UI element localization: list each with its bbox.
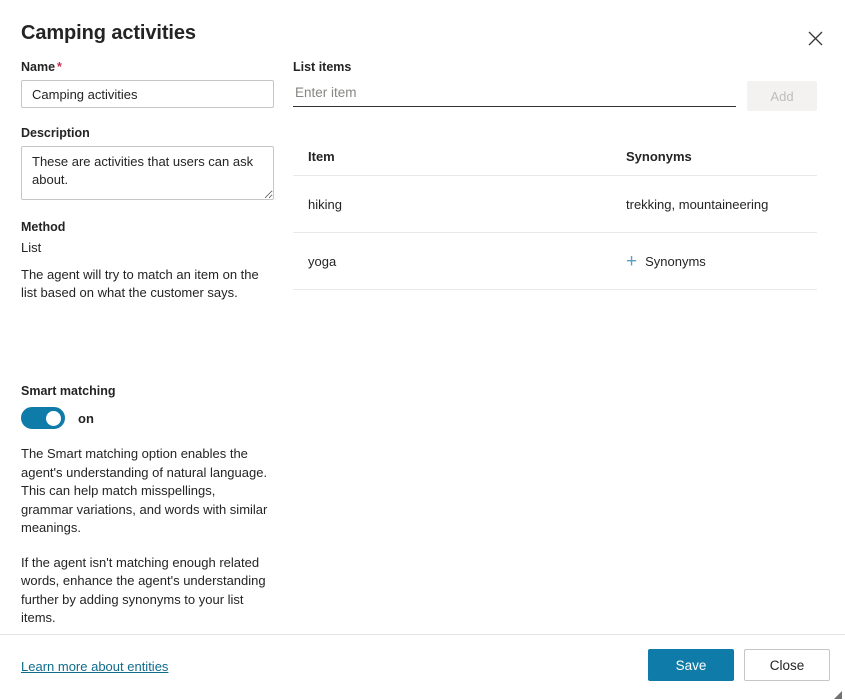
description-input[interactable] [21,146,274,200]
table-row[interactable]: yoga + Synonyms [293,233,817,290]
smart-matching-toggle[interactable] [21,407,65,429]
cell-item: hiking [308,196,342,212]
add-synonyms-button[interactable]: + Synonyms [626,252,706,271]
toggle-knob [46,410,61,426]
smart-matching-info-paragraph-2: If the agent isn't matching enough relat… [21,554,266,626]
plus-icon: + [626,250,638,272]
add-item-row: Add [293,81,817,111]
column-header-item: Item [308,149,335,164]
footer-divider [0,634,845,635]
required-marker: * [57,60,62,74]
cell-item: yoga [308,253,337,269]
learn-more-link[interactable]: Learn more about entities [21,659,168,674]
close-icon-button[interactable] [799,22,831,54]
entity-editor-panel: Camping activities Name* Description Met… [0,0,845,700]
resize-grip-icon[interactable] [831,687,843,699]
add-synonyms-label: Synonyms [645,253,706,269]
item-input[interactable] [293,81,736,107]
name-label-text: Name [21,60,56,74]
list-items-label: List items [293,60,352,74]
list-items-table: Item Synonyms hiking trekking, mountaine… [293,149,817,290]
description-label: Description [21,126,90,140]
column-header-synonyms: Synonyms [626,149,692,164]
table-row[interactable]: hiking trekking, mountaineering [293,176,817,233]
table-header-row: Item Synonyms [293,149,817,176]
save-button[interactable]: Save [648,649,734,681]
smart-matching-label: Smart matching [21,384,116,398]
footer-actions: Save Close [648,649,830,681]
name-input[interactable] [21,80,274,108]
cell-synonyms: + Synonyms [626,252,817,271]
close-button[interactable]: Close [744,649,830,681]
method-label: Method [21,220,66,234]
smart-matching-info-paragraph-1: The Smart matching option enables the ag… [21,446,268,535]
add-item-button[interactable]: Add [747,81,817,111]
name-label: Name * [21,60,276,74]
list-items-column: List items Add Item Synonyms hiking trek… [293,60,817,290]
cell-synonyms: trekking, mountaineering [626,196,769,212]
method-description: The agent will try to match an item on t… [21,267,259,300]
smart-matching-state: on [78,410,94,426]
method-value: List [21,240,42,255]
smart-matching-row: on [21,407,276,429]
page-title: Camping activities [21,22,196,44]
close-icon [808,31,823,46]
entity-settings-column: Name* Description Method List The agent … [21,60,276,676]
